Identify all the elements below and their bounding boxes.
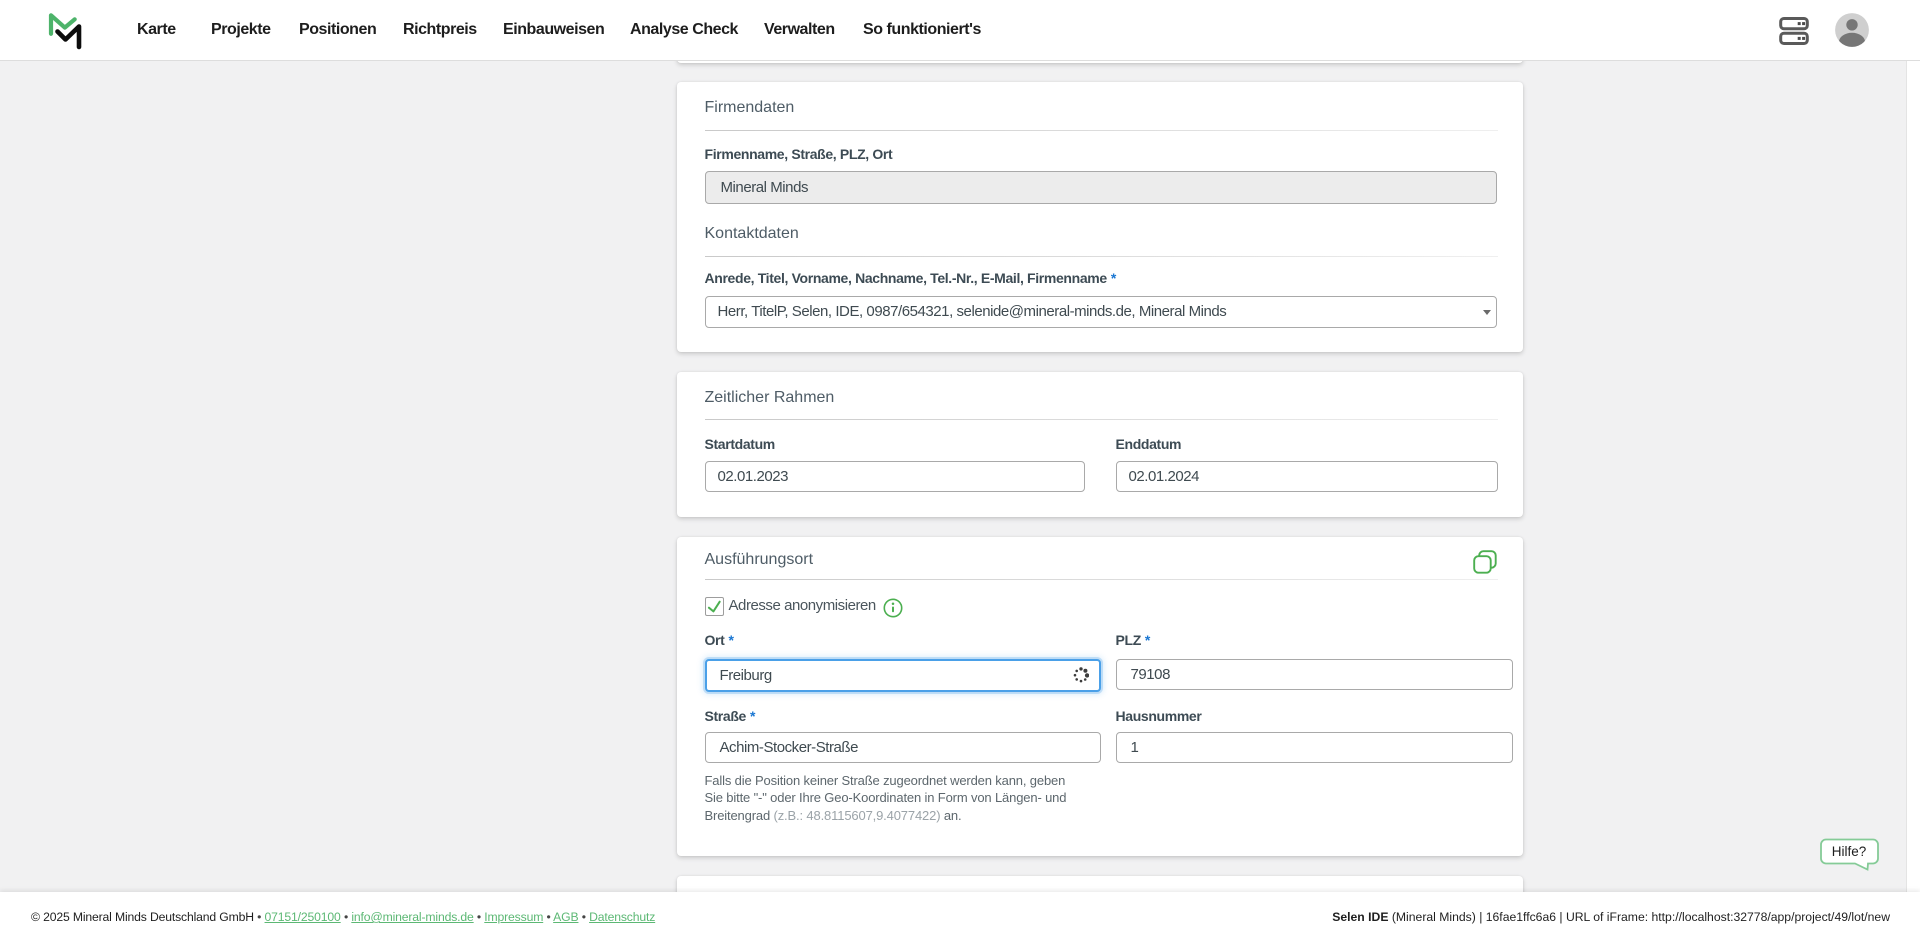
- svg-text:Hilfe?: Hilfe?: [1832, 844, 1867, 859]
